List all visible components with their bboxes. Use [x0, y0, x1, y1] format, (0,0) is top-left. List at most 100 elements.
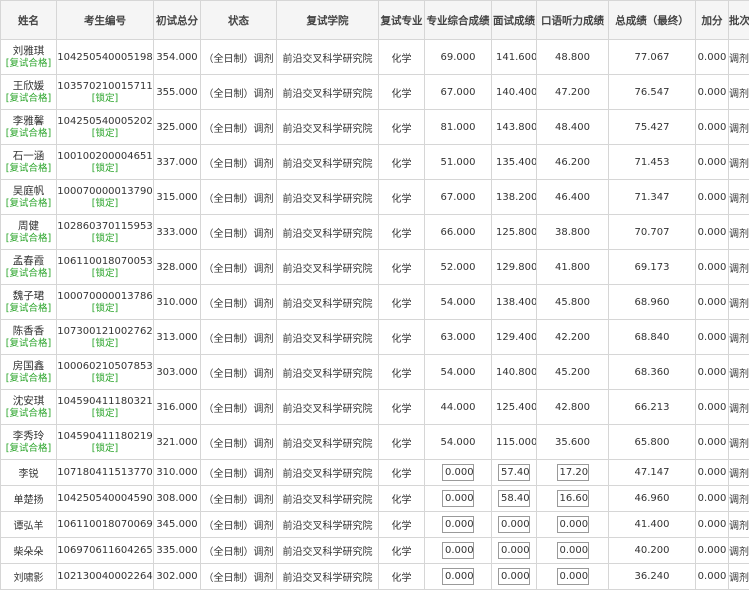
major-cell: 化学 — [378, 537, 425, 564]
lock-badge[interactable]: [锁定] — [58, 303, 153, 315]
college-cell: 前沿交叉科学研究院 — [276, 109, 379, 145]
composite-cell: 0.000 — [424, 563, 492, 590]
name-cell: 周健 [复试合格] — [0, 214, 57, 250]
lock-badge[interactable]: [锁定] — [58, 233, 153, 245]
composite-score-input[interactable]: 0.000 — [442, 516, 474, 533]
name-cell: 李雅馨 [复试合格] — [0, 109, 57, 145]
lock-badge[interactable]: [锁定] — [58, 198, 153, 210]
composite-score-input[interactable]: 0.000 — [442, 490, 474, 507]
status-badge[interactable]: [复试合格] — [2, 303, 56, 315]
admission-results-table: 姓名 考生编号 初试总分 状态 复试学院 复试专业 专业综合成绩 面试成绩 口语… — [0, 0, 749, 590]
name-cell: 李秀玲 [复试合格] — [0, 424, 57, 460]
name-cell: 李锐 — [0, 459, 57, 486]
college-cell: 前沿交叉科学研究院 — [276, 39, 379, 75]
lock-badge[interactable]: [锁定] — [58, 373, 153, 385]
bonus-cell: 0.000 — [695, 144, 729, 180]
total-cell: 46.960 — [608, 485, 696, 512]
status-cell: （全日制）调剂 — [200, 511, 277, 538]
col-header-name: 姓名 — [0, 0, 57, 40]
college-cell: 前沿交叉科学研究院 — [276, 389, 379, 425]
name-cell: 刘啸影 — [0, 563, 57, 590]
oral-cell: 48.400 — [536, 109, 609, 145]
status-badge[interactable]: [复试合格] — [2, 268, 56, 280]
oral-cell: 42.800 — [536, 389, 609, 425]
status-badge[interactable]: [复试合格] — [2, 408, 56, 420]
batch-cell: 调剂 — [728, 284, 749, 320]
major-cell: 化学 — [378, 214, 425, 250]
interview-score-input[interactable]: 0.000 — [498, 568, 530, 585]
initial-score-cell: 325.000 — [153, 109, 201, 145]
major-cell: 化学 — [378, 39, 425, 75]
student-name: 周健 — [18, 219, 39, 232]
oral-cell: 35.600 — [536, 424, 609, 460]
oral-score-input[interactable]: 16.600 — [556, 490, 589, 507]
status-badge[interactable]: [复试合格] — [2, 93, 56, 105]
student-name: 李雅馨 — [12, 114, 45, 127]
oral-score-input[interactable]: 0.000 — [556, 568, 589, 585]
interview-cell: 129.800 — [491, 249, 537, 285]
interview-score: 138.200 — [496, 191, 536, 203]
status-badge[interactable]: [复试合格] — [2, 128, 56, 140]
exam-id-cell: 103570210015711 [锁定] — [56, 74, 154, 110]
total-cell: 68.960 — [608, 284, 696, 320]
initial-score-cell: 308.000 — [153, 485, 201, 512]
table-row: 周健 [复试合格] 102860370115953 [锁定] 333.000 （全日制）调… — [0, 214, 749, 250]
oral-cell: 45.200 — [536, 354, 609, 390]
status-cell: （全日制）调剂 — [200, 424, 277, 460]
table-row: 沈安琪 [复试合格] 104590411180321 [锁定] 316.000 （全日制）… — [0, 389, 749, 425]
interview-score: 125.400 — [496, 401, 536, 413]
lock-badge[interactable]: [锁定] — [58, 338, 153, 350]
lock-badge[interactable]: [锁定] — [58, 128, 153, 140]
composite-score-input[interactable]: 0.000 — [442, 542, 474, 559]
status-badge[interactable]: [复试合格] — [2, 58, 56, 70]
composite-cell: 66.000 — [424, 214, 492, 250]
table-row: 刘啸影 102130040002264 302.000 （全日制）调剂 前沿交叉科学研究… — [0, 563, 749, 590]
interview-score-input[interactable]: 0.000 — [498, 542, 530, 559]
college-cell: 前沿交叉科学研究院 — [276, 485, 379, 512]
status-badge[interactable]: [复试合格] — [2, 338, 56, 350]
exam-id-cell: 100060210507853 [锁定] — [56, 354, 154, 390]
batch-cell: 调剂 — [728, 424, 749, 460]
table-row: 石一涵 [复试合格] 100100200004651 [锁定] 337.000 （全日制）… — [0, 144, 749, 180]
oral-cell: 46.200 — [536, 144, 609, 180]
status-badge[interactable]: [复试合格] — [2, 443, 56, 455]
initial-score-cell: 316.000 — [153, 389, 201, 425]
exam-id: 106110018070053 — [57, 255, 153, 267]
exam-id-cell: 100100200004651 [锁定] — [56, 144, 154, 180]
lock-badge[interactable]: [锁定] — [58, 443, 153, 455]
major-cell: 化学 — [378, 319, 425, 355]
bonus-cell: 0.000 — [695, 74, 729, 110]
batch-cell: 调剂 — [728, 214, 749, 250]
composite-cell: 69.000 — [424, 39, 492, 75]
total-cell: 77.067 — [608, 39, 696, 75]
oral-score-input[interactable]: 0.000 — [556, 516, 589, 533]
oral-score-input[interactable]: 17.200 — [556, 464, 589, 481]
table-row: 刘雅琪 [复试合格] 104250540005198 354.000 （全日制）调剂 前沿… — [0, 39, 749, 75]
oral-score-input[interactable]: 0.000 — [556, 542, 589, 559]
lock-badge[interactable]: [锁定] — [58, 163, 153, 175]
batch-cell: 调剂 — [728, 319, 749, 355]
composite-score-input[interactable]: 0.000 — [442, 568, 474, 585]
bonus-cell: 0.000 — [695, 319, 729, 355]
status-badge[interactable]: [复试合格] — [2, 163, 56, 175]
lock-badge[interactable]: [锁定] — [58, 93, 153, 105]
status-badge[interactable]: [复试合格] — [2, 198, 56, 210]
status-badge[interactable]: [复试合格] — [2, 373, 56, 385]
oral-cell: 45.800 — [536, 284, 609, 320]
total-cell: 36.240 — [608, 563, 696, 590]
lock-badge[interactable]: [锁定] — [58, 268, 153, 280]
status-cell: （全日制）调剂 — [200, 109, 277, 145]
interview-score-input[interactable]: 57.400 — [498, 464, 530, 481]
interview-score-input[interactable]: 0.000 — [498, 516, 530, 533]
major-cell: 化学 — [378, 485, 425, 512]
bonus-cell: 0.000 — [695, 179, 729, 215]
bonus-cell: 0.000 — [695, 511, 729, 538]
major-cell: 化学 — [378, 284, 425, 320]
student-name: 魏子珺 — [12, 289, 45, 302]
composite-score-input[interactable]: 0.000 — [442, 464, 474, 481]
status-badge[interactable]: [复试合格] — [2, 233, 56, 245]
interview-score-input[interactable]: 58.400 — [498, 490, 530, 507]
major-cell: 化学 — [378, 424, 425, 460]
total-cell: 66.213 — [608, 389, 696, 425]
lock-badge[interactable]: [锁定] — [58, 408, 153, 420]
